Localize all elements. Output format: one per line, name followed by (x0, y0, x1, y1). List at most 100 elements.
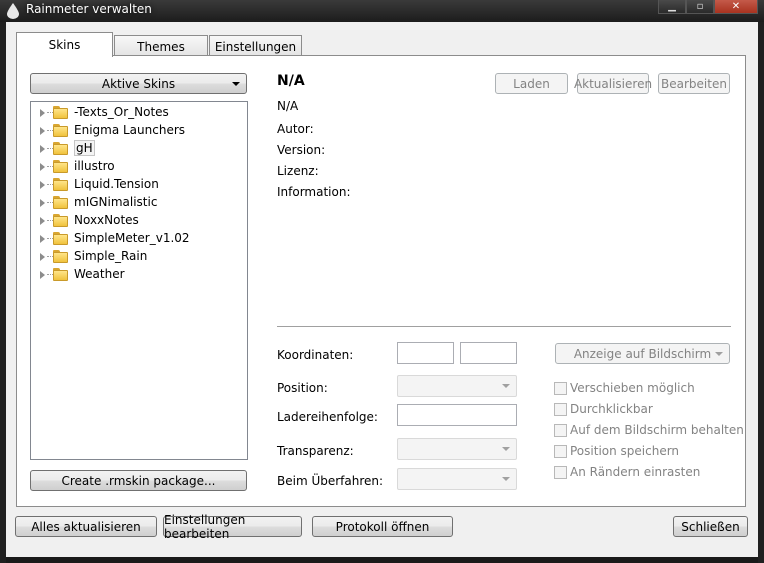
snap-to-edges-label: An Rändern einrasten (570, 465, 701, 479)
folder-icon (53, 214, 68, 227)
tab-themes-label: Themes (137, 39, 185, 54)
on-hover-label: Beim Überfahren: (277, 474, 384, 488)
close-button-label: Schließen (681, 519, 740, 534)
load-order-field[interactable] (397, 404, 517, 426)
window-frame-right (758, 22, 764, 563)
refresh-button[interactable]: Aktualisieren (573, 73, 653, 94)
tab-settings[interactable]: Einstellungen (209, 35, 302, 57)
maximize-icon: ▫ (696, 1, 704, 12)
folder-icon (53, 124, 68, 137)
expand-arrow-icon[interactable] (40, 199, 45, 207)
display-monitor-dropdown[interactable]: Anzeige auf Bildschirm (555, 343, 730, 364)
folder-icon (53, 250, 68, 263)
edit-button[interactable]: Bearbeiten (658, 73, 730, 94)
version-label: Version: (277, 143, 326, 157)
display-dropdown-label: Anzeige auf Bildschirm (573, 346, 712, 361)
information-label: Information: (277, 185, 351, 199)
window-client: Skins Themes Einstellungen Aktive Skins … (6, 22, 758, 557)
minimize-icon: ▁ (668, 1, 676, 12)
expand-arrow-icon[interactable] (40, 181, 45, 189)
close-window-button[interactable]: ✕ (714, 0, 758, 14)
folder-icon (53, 160, 68, 173)
coordinate-x-field[interactable] (397, 342, 454, 364)
position-dropdown[interactable] (397, 375, 517, 397)
edit-settings-button[interactable]: Einstellungen bearbeiten (163, 513, 302, 541)
coordinates-label: Koordinaten: (277, 348, 354, 362)
chevron-down-icon (232, 82, 240, 86)
skin-tree[interactable]: -Texts_Or_Notes Enigma Launchers gH illu… (30, 101, 248, 460)
create-package-label: Create .rmskin package... (61, 473, 216, 488)
close-button[interactable]: Schließen (673, 516, 748, 537)
refresh-all-button[interactable]: Alles aktualisieren (15, 516, 157, 537)
rainmeter-drop-icon (7, 3, 19, 19)
chevron-down-icon (502, 477, 510, 481)
expand-arrow-icon[interactable] (40, 127, 45, 135)
tab-settings-label: Einstellungen (214, 39, 297, 54)
tree-item-label: Enigma Launchers (74, 123, 186, 137)
edit-button-label: Bearbeiten (661, 76, 727, 91)
transparency-dropdown[interactable] (397, 438, 517, 460)
tree-item-label: Liquid.Tension (74, 177, 159, 191)
tree-item-label: -Texts_Or_Notes (74, 105, 169, 119)
keep-on-screen-label: Auf dem Bildschirm behalten (570, 423, 744, 437)
maximize-button[interactable]: ▫ (686, 0, 714, 14)
draggable-label: Verschieben möglich (570, 381, 695, 395)
skin-subtitle: N/A (277, 99, 299, 113)
tree-item-label: NoxxNotes (74, 213, 139, 227)
expand-arrow-icon[interactable] (40, 253, 45, 261)
active-skins-dropdown[interactable]: Aktive Skins (30, 73, 247, 94)
expand-arrow-icon[interactable] (40, 271, 45, 279)
click-through-label: Durchklickbar (570, 402, 653, 416)
save-position-checkbox[interactable] (554, 445, 567, 458)
create-rmskin-package-button[interactable]: Create .rmskin package... (30, 470, 247, 491)
tree-item-label: SimpleMeter_v1.02 (74, 231, 190, 245)
expand-arrow-icon[interactable] (40, 235, 45, 243)
expand-arrow-icon[interactable] (40, 217, 45, 225)
refresh-button-label: Aktualisieren (573, 76, 653, 91)
minimize-button[interactable]: ▁ (658, 0, 686, 14)
tab-skins-label: Skins (48, 38, 81, 52)
on-hover-dropdown[interactable] (397, 468, 517, 490)
load-button-label: Laden (513, 76, 550, 91)
folder-icon (53, 232, 68, 245)
draggable-checkbox[interactable] (554, 382, 567, 395)
save-position-label: Position speichern (570, 444, 680, 458)
load-order-label: Ladereihenfolge: (277, 410, 378, 424)
folder-icon (53, 106, 68, 119)
coordinate-y-field[interactable] (460, 342, 517, 364)
folder-icon (53, 268, 68, 281)
author-label: Autor: (277, 122, 314, 136)
keep-on-screen-checkbox[interactable] (554, 424, 567, 437)
tree-item-label: mIGNimalistic (74, 195, 158, 209)
title-bar[interactable]: Rainmeter verwalten ▁ ▫ ✕ (0, 0, 764, 22)
load-button[interactable]: Laden (495, 73, 568, 94)
position-label: Position: (277, 381, 328, 395)
license-label: Lizenz: (277, 164, 319, 178)
active-skins-label: Aktive Skins (101, 76, 176, 91)
tree-item-label: Weather (74, 267, 125, 281)
open-log-label: Protokoll öffnen (335, 519, 430, 534)
window-title: Rainmeter verwalten (26, 2, 152, 16)
tree-item-label: gH (74, 140, 95, 156)
tab-skins[interactable]: Skins (16, 32, 113, 57)
folder-icon (53, 178, 68, 191)
snap-to-edges-checkbox[interactable] (554, 466, 567, 479)
expand-arrow-icon[interactable] (40, 109, 45, 117)
tab-themes[interactable]: Themes (114, 35, 208, 57)
expand-arrow-icon[interactable] (40, 163, 45, 171)
folder-icon (53, 196, 68, 209)
expand-arrow-icon[interactable] (40, 145, 45, 153)
refresh-all-label: Alles aktualisieren (31, 519, 141, 534)
close-icon: ✕ (731, 1, 741, 12)
tree-item-label: Simple_Rain (74, 249, 148, 263)
chevron-down-icon (715, 352, 723, 356)
skins-tab-panel: Aktive Skins -Texts_Or_Notes Enigma Laun… (16, 55, 746, 507)
transparency-label: Transparenz: (277, 444, 354, 458)
divider (277, 326, 731, 327)
folder-icon (53, 142, 68, 155)
chevron-down-icon (502, 384, 510, 388)
caption-buttons: ▁ ▫ ✕ (658, 0, 758, 14)
click-through-checkbox[interactable] (554, 403, 567, 416)
skin-title: N/A (277, 73, 305, 89)
open-log-button[interactable]: Protokoll öffnen (312, 516, 453, 537)
